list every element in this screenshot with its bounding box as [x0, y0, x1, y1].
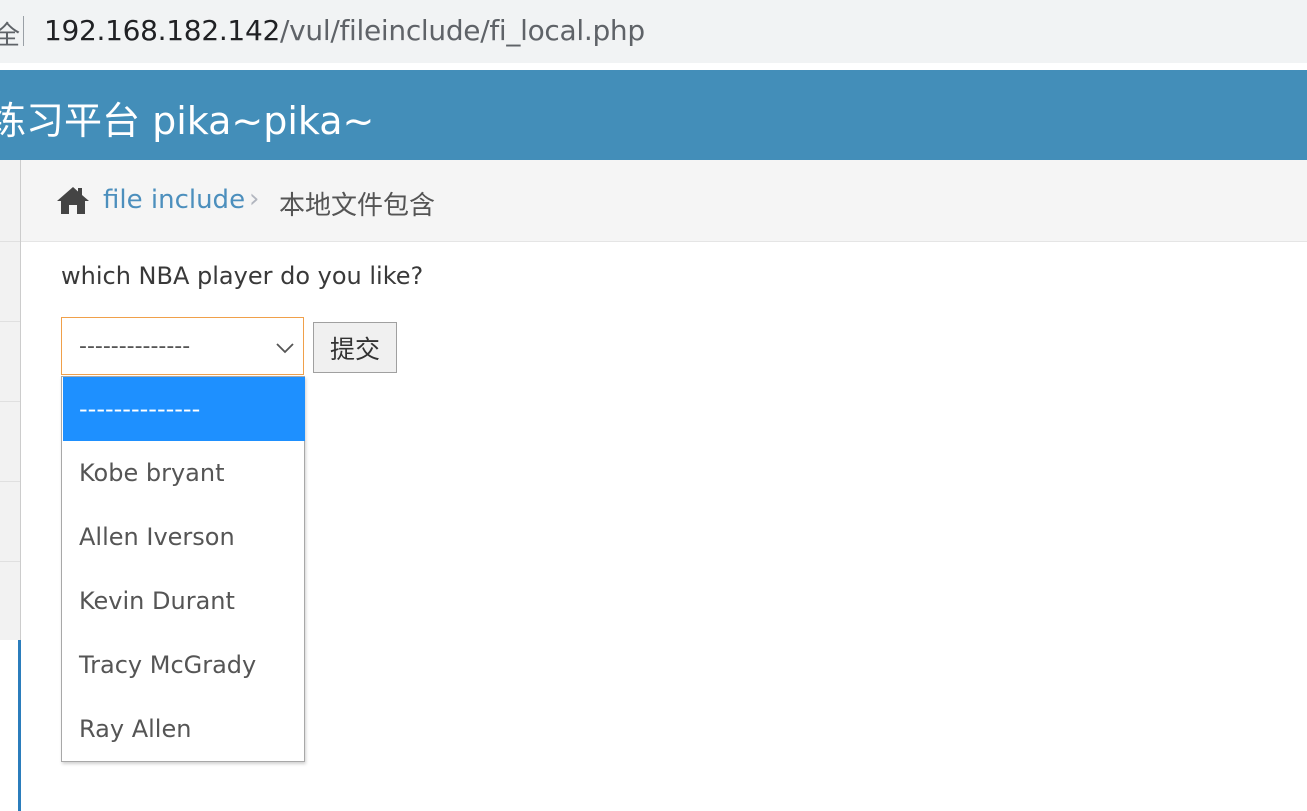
address-separator [23, 16, 24, 46]
select-option[interactable]: Tracy McGrady [63, 633, 305, 697]
sidebar-divider [0, 321, 20, 322]
url-host: 192.168.182.142 [44, 14, 280, 47]
browser-address-bar[interactable]: 全 192.168.182.142/vul/fileinclude/fi_loc… [0, 0, 1307, 63]
player-select[interactable]: -------------- [61, 317, 304, 375]
breadcrumb: file include › 本地文件包含 [21, 160, 1307, 242]
select-option[interactable]: -------------- [63, 377, 305, 441]
sidebar-divider [0, 561, 20, 562]
select-value: -------------- [79, 334, 191, 359]
site-header: 练习平台 pika~pika~ [0, 70, 1307, 160]
breadcrumb-current: 本地文件包含 [279, 191, 436, 221]
toolbar-gap [0, 63, 1307, 70]
select-option[interactable]: Kevin Durant [63, 569, 305, 633]
sidebar-divider [0, 401, 20, 402]
breadcrumb-link-file-include[interactable]: file include [103, 185, 245, 215]
select-option[interactable]: Ray Allen [63, 697, 305, 761]
breadcrumb-separator: › [249, 184, 260, 214]
chevron-down-icon [276, 339, 294, 358]
site-brand[interactable]: 练习平台 pika~pika~ [0, 90, 374, 145]
sidebar [0, 160, 21, 811]
site-info-label[interactable]: 全 [0, 15, 20, 52]
url-path: /vul/fileinclude/fi_local.php [279, 14, 645, 47]
sidebar-active-item[interactable] [0, 640, 20, 811]
select-option[interactable]: Allen Iverson [63, 505, 305, 569]
question-label: which NBA player do you like? [61, 262, 424, 290]
url-text[interactable]: 192.168.182.142/vul/fileinclude/fi_local… [44, 14, 645, 47]
sidebar-active-indicator [18, 640, 21, 811]
select-option[interactable]: Kobe bryant [63, 441, 305, 505]
sidebar-divider [0, 241, 20, 242]
home-icon [55, 185, 91, 219]
submit-button[interactable]: 提交 [313, 322, 397, 373]
select-dropdown-list: -------------- Kobe bryant Allen Iverson… [61, 376, 305, 762]
sidebar-divider [0, 481, 20, 482]
